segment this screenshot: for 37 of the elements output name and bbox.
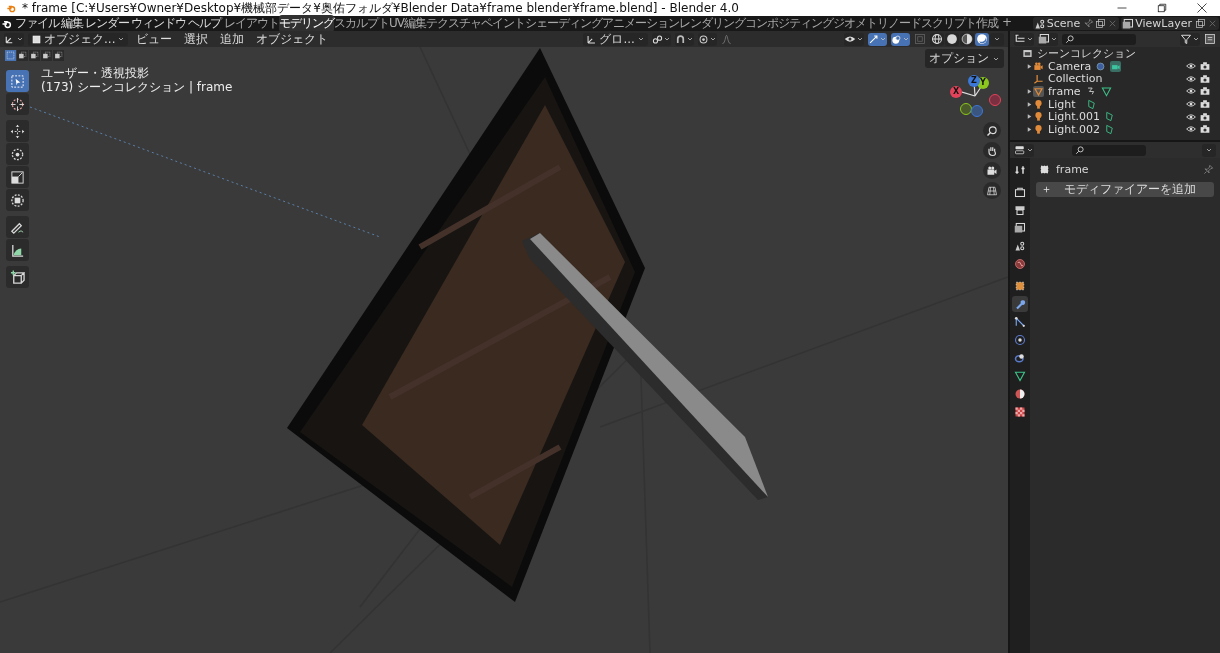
menu-item[interactable]: 追加 [216, 30, 249, 48]
view-layer-selector[interactable]: ViewLayer [1121, 17, 1219, 30]
workspace-tab[interactable]: スクリプト作成 [921, 15, 998, 32]
workspace-tab[interactable]: シェーディング [525, 15, 602, 32]
workspace-tab[interactable]: テクスチャペイント [426, 15, 525, 32]
workspace-tab[interactable]: ジオメトリノード [833, 15, 921, 32]
outliner-item[interactable]: Camera [1048, 59, 1092, 73]
workspace-tab[interactable]: スカルプト [334, 15, 389, 32]
view-name: ユーザー・透視投影 [41, 66, 150, 80]
outliner-item[interactable]: Light.002 [1048, 122, 1100, 136]
menu-item[interactable]: ヘルプ [186, 15, 221, 32]
menu-item[interactable]: ウィンドウ [129, 15, 186, 32]
mode-dropdown[interactable]: オブジェク... [28, 32, 129, 46]
menu-item[interactable]: オブジェクト [252, 30, 333, 48]
outliner-item[interactable]: Light [1048, 97, 1082, 111]
object-name: frame [1056, 162, 1089, 176]
collection-info: (173) シーンコレクション | frame [41, 80, 233, 94]
menu-item[interactable]: ビュー [132, 30, 177, 48]
add-modifier-button[interactable]: モディファイアーを追加 [1036, 182, 1214, 197]
outliner-item[interactable]: シーンコレクション [1037, 46, 1136, 60]
outliner-item[interactable]: Light.001 [1048, 110, 1100, 124]
workspace-tab[interactable]: レンダリング [679, 15, 745, 32]
workspace-tab[interactable]: コンポジティング [745, 15, 833, 32]
menu-item[interactable]: 選択 [180, 30, 213, 48]
orientation-dropdown[interactable]: グロ... [583, 32, 648, 46]
window-title: * frame [C:¥Users¥Owner¥Desktop¥機械部データ¥奥佑フォルダ¥Blender Data¥frame blender¥frame.blend] - Blender 4.0 [22, 0, 739, 17]
menu-item[interactable]: レンダー [83, 15, 129, 32]
options-dropdown[interactable]: オプション [925, 49, 1004, 68]
outliner-item[interactable]: frame [1048, 84, 1082, 98]
menu-item[interactable]: ファイル [13, 15, 59, 32]
workspace-tab[interactable]: レイアウト [224, 15, 279, 32]
add-workspace-button[interactable]: + [998, 15, 1016, 32]
workspace-tab[interactable]: UV編集 [389, 15, 426, 32]
workspace-tab[interactable]: アニメーション [602, 15, 679, 32]
menu-item[interactable]: 編集 [59, 15, 83, 32]
outliner-item[interactable]: Collection [1048, 72, 1103, 86]
scene-selector[interactable]: Scene [1032, 17, 1120, 30]
